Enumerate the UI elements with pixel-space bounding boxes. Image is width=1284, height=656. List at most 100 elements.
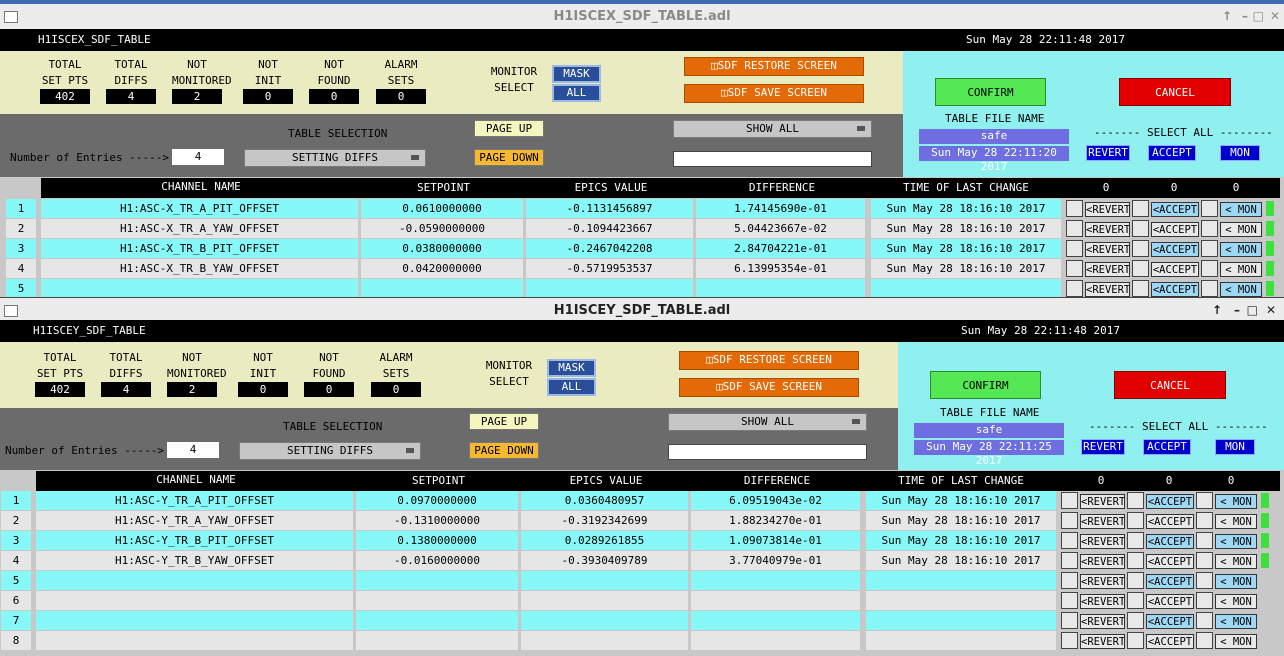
revert-button[interactable]: <REVERT [1080,614,1125,629]
accept-checkbox[interactable] [1127,492,1144,509]
cancel-button[interactable]: CANCEL [1114,371,1226,399]
all-button[interactable]: ALL [552,84,601,102]
accept-button[interactable]: <ACCEPT [1151,202,1199,217]
revert-checkbox[interactable] [1061,592,1078,609]
accept-checkbox[interactable] [1132,280,1149,297]
table-selection-dropdown[interactable]: SETTING DIFFS [239,442,421,460]
revert-checkbox[interactable] [1061,492,1078,509]
revert-button[interactable]: <REVERT [1080,574,1125,589]
revert-button[interactable]: <REVERT [1080,594,1125,609]
mon-button[interactable]: < MON [1215,494,1257,509]
page-up-button[interactable]: PAGE UP [469,413,539,430]
window-menu-icon[interactable] [4,305,18,317]
revert-checkbox[interactable] [1061,512,1078,529]
mon-checkbox[interactable] [1201,220,1218,237]
accept-checkbox[interactable] [1127,572,1144,589]
mon-checkbox[interactable] [1201,240,1218,257]
mon-button[interactable]: < MON [1215,554,1257,569]
revert-checkbox[interactable] [1066,260,1083,277]
select-all-revert-button[interactable]: REVERT [1081,439,1125,455]
accept-button[interactable]: <ACCEPT [1146,614,1194,629]
revert-checkbox[interactable] [1061,572,1078,589]
mon-checkbox[interactable] [1196,512,1213,529]
accept-checkbox[interactable] [1127,612,1144,629]
mon-checkbox[interactable] [1201,280,1218,297]
mon-checkbox[interactable] [1196,572,1213,589]
revert-checkbox[interactable] [1066,220,1083,237]
accept-checkbox[interactable] [1127,552,1144,569]
revert-checkbox[interactable] [1061,532,1078,549]
window-menu-icon[interactable] [4,11,18,23]
accept-button[interactable]: <ACCEPT [1151,262,1199,277]
select-all-mon-button[interactable]: MON [1220,145,1260,161]
accept-button[interactable]: <ACCEPT [1151,222,1199,237]
accept-button[interactable]: <ACCEPT [1151,282,1199,297]
all-button[interactable]: ALL [547,378,596,396]
revert-button[interactable]: <REVERT [1085,242,1130,257]
page-down-button[interactable]: PAGE DOWN [469,442,539,459]
sdf-save-button[interactable]: ◫SDF SAVE SCREEN [684,84,864,103]
window-restore-icon[interactable]: □ [1253,4,1264,29]
accept-button[interactable]: <ACCEPT [1146,494,1194,509]
accept-checkbox[interactable] [1127,512,1144,529]
revert-button[interactable]: <REVERT [1085,202,1130,217]
revert-checkbox[interactable] [1061,632,1078,649]
mask-button[interactable]: MASK [547,359,596,377]
accept-button[interactable]: <ACCEPT [1146,534,1194,549]
window-maximize-icon[interactable]: ↑ [1222,4,1232,29]
mon-button[interactable]: < MON [1215,614,1257,629]
show-all-dropdown[interactable]: SHOW ALL [673,120,872,138]
page-up-button[interactable]: PAGE UP [474,120,544,137]
accept-button[interactable]: <ACCEPT [1146,594,1194,609]
revert-button[interactable]: <REVERT [1080,634,1125,649]
accept-checkbox[interactable] [1132,220,1149,237]
mon-button[interactable]: < MON [1220,202,1262,217]
accept-checkbox[interactable] [1127,532,1144,549]
table-selection-dropdown[interactable]: SETTING DIFFS [244,149,426,167]
mon-button[interactable]: < MON [1215,574,1257,589]
accept-button[interactable]: <ACCEPT [1146,634,1194,649]
revert-button[interactable]: <REVERT [1080,514,1125,529]
mon-checkbox[interactable] [1196,612,1213,629]
accept-button[interactable]: <ACCEPT [1146,574,1194,589]
revert-button[interactable]: <REVERT [1080,554,1125,569]
mon-button[interactable]: < MON [1220,262,1262,277]
mon-checkbox[interactable] [1196,632,1213,649]
mon-checkbox[interactable] [1196,592,1213,609]
select-all-accept-button[interactable]: ACCEPT [1148,145,1196,161]
mon-checkbox[interactable] [1201,200,1218,217]
mon-button[interactable]: < MON [1215,534,1257,549]
show-all-dropdown[interactable]: SHOW ALL [668,413,867,431]
confirm-button[interactable]: CONFIRM [930,371,1041,399]
accept-checkbox[interactable] [1127,632,1144,649]
mon-button[interactable]: < MON [1220,242,1262,257]
mon-button[interactable]: < MON [1220,282,1262,297]
revert-checkbox[interactable] [1066,200,1083,217]
accept-button[interactable]: <ACCEPT [1146,554,1194,569]
select-all-mon-button[interactable]: MON [1215,439,1255,455]
mon-button[interactable]: < MON [1220,222,1262,237]
window-close-icon[interactable]: ✕ [1270,4,1280,29]
confirm-button[interactable]: CONFIRM [935,78,1046,106]
accept-checkbox[interactable] [1132,200,1149,217]
page-down-button[interactable]: PAGE DOWN [474,149,544,166]
cancel-button[interactable]: CANCEL [1119,78,1231,106]
mon-button[interactable]: < MON [1215,634,1257,649]
revert-button[interactable]: <REVERT [1085,262,1130,277]
mask-button[interactable]: MASK [552,65,601,83]
sdf-restore-button[interactable]: ◫SDF RESTORE SCREEN [679,351,859,370]
accept-checkbox[interactable] [1127,592,1144,609]
window-titlebar[interactable]: H1ISCEX_SDF_TABLE.adl ↑ – □ ✕ [0,4,1284,29]
revert-button[interactable]: <REVERT [1080,534,1125,549]
filter-input[interactable] [673,151,872,167]
revert-button[interactable]: <REVERT [1085,222,1130,237]
mon-checkbox[interactable] [1196,532,1213,549]
accept-checkbox[interactable] [1132,260,1149,277]
mon-button[interactable]: < MON [1215,514,1257,529]
revert-checkbox[interactable] [1066,280,1083,297]
accept-button[interactable]: <ACCEPT [1146,514,1194,529]
mon-checkbox[interactable] [1196,492,1213,509]
mon-checkbox[interactable] [1196,552,1213,569]
accept-checkbox[interactable] [1132,240,1149,257]
sdf-save-button[interactable]: ◫SDF SAVE SCREEN [679,378,859,397]
